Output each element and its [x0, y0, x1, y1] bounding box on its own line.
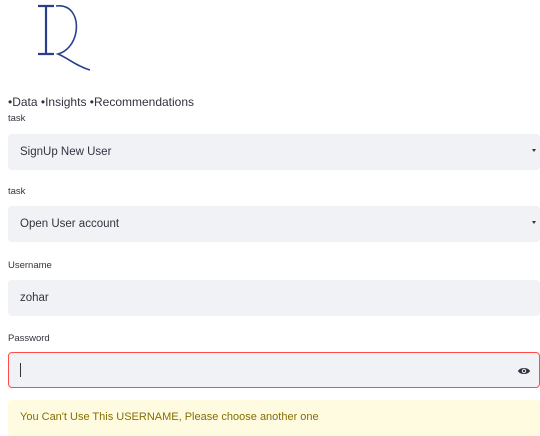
- task-select-1[interactable]: SignUp New User: [8, 134, 540, 170]
- text-cursor: [20, 363, 21, 377]
- username-label: Username: [8, 260, 52, 271]
- task-select-2[interactable]: Open User account: [8, 206, 540, 242]
- tagline: •Data •Insights •Recommendations: [8, 95, 195, 109]
- username-value: zohar: [20, 292, 49, 304]
- task-select-1-value: SignUp New User: [20, 146, 112, 158]
- username-input[interactable]: zohar: [8, 280, 540, 316]
- warning-alert: You Can't Use This USERNAME, Please choo…: [8, 400, 540, 436]
- task-label-1: task: [8, 113, 26, 124]
- password-input[interactable]: [8, 352, 540, 388]
- chevron-down-icon: [532, 221, 536, 224]
- task-label-2: task: [8, 186, 26, 197]
- task-select-2-value: Open User account: [20, 218, 120, 230]
- password-label: Password: [8, 333, 50, 344]
- logo: [38, 4, 91, 71]
- eye-icon[interactable]: [517, 365, 531, 377]
- chevron-down-icon: [532, 149, 536, 152]
